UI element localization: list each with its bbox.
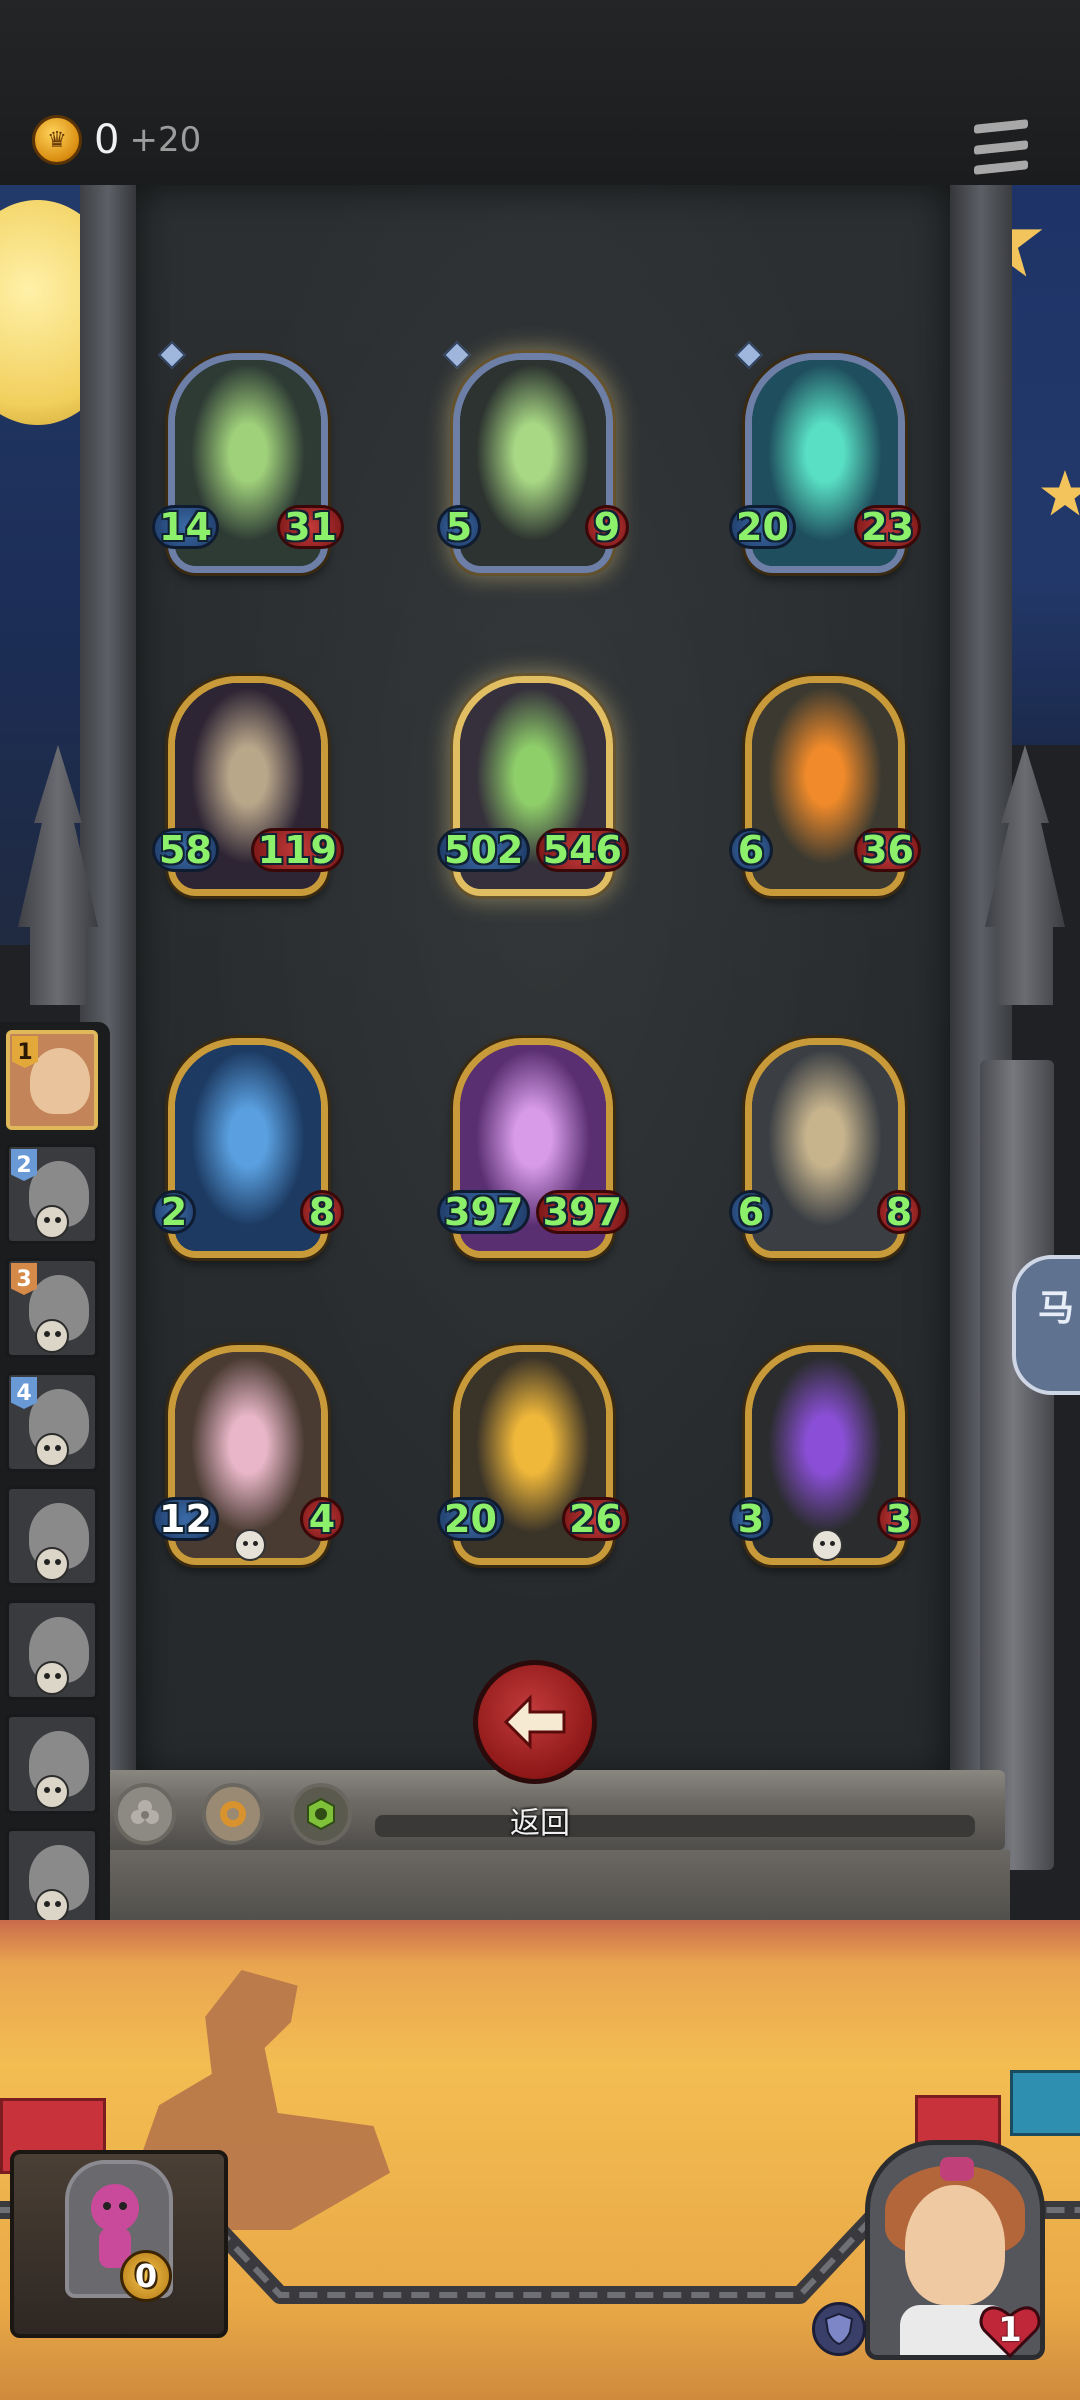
post-right xyxy=(980,1060,1054,1870)
ledge-base xyxy=(95,1850,1010,1920)
minion-card[interactable]: 20 23 xyxy=(729,340,921,585)
minion-card[interactable]: 20 26 xyxy=(437,1337,629,1577)
rank-badge: 1 xyxy=(12,1036,38,1068)
minion-card[interactable]: 397 397 xyxy=(437,1030,629,1270)
health-stat: 119 xyxy=(250,828,344,872)
attack-stat: 14 xyxy=(152,505,219,549)
moth-beast-art xyxy=(752,1045,898,1251)
health-stat: 23 xyxy=(854,505,921,549)
skull-icon xyxy=(35,1775,69,1809)
minion-card[interactable]: 28 xyxy=(152,1030,344,1270)
player-slot[interactable] xyxy=(6,1600,98,1700)
toy-block xyxy=(1010,2070,1080,2136)
minion-card[interactable]: 59 xyxy=(437,340,629,585)
minion-card[interactable]: 502 546 xyxy=(437,668,629,908)
player-slot[interactable] xyxy=(6,1828,98,1928)
grim-reaper-art xyxy=(460,360,606,566)
coin-icon: ♛ xyxy=(32,115,82,165)
health-stat: 9 xyxy=(585,505,629,549)
hero-bow xyxy=(940,2157,974,2181)
menu-icon xyxy=(974,119,1028,134)
ring-token-icon[interactable] xyxy=(202,1783,264,1845)
hex-token-icon[interactable] xyxy=(290,1783,352,1845)
attack-stat: 12 xyxy=(152,1497,219,1541)
back-button[interactable] xyxy=(473,1660,597,1784)
attack-stat: 6 xyxy=(729,828,773,872)
health-stat: 8 xyxy=(300,1190,344,1234)
health-stat: 31 xyxy=(277,505,344,549)
gold-bonus: +20 xyxy=(129,120,202,160)
rank-badge: 2 xyxy=(11,1149,37,1181)
back-label: 返回 xyxy=(510,1806,570,1841)
attack-stat: 58 xyxy=(152,828,219,872)
attack-stat: 6 xyxy=(729,1190,773,1234)
attack-stat: 502 xyxy=(437,828,531,872)
attack-stat: 2 xyxy=(152,1190,196,1234)
top-bar: ♛ 0 +20 xyxy=(0,0,1080,188)
gold-counter: ♛ 0 +20 xyxy=(32,112,201,168)
skull-icon xyxy=(35,1433,69,1467)
skull-icon xyxy=(35,1889,69,1923)
rank-badge: 4 xyxy=(11,1377,37,1409)
life-value: 1 xyxy=(998,2310,1022,2350)
player-slot[interactable]: 1 xyxy=(6,1030,98,1130)
flower-token-icon[interactable] xyxy=(114,1783,176,1845)
minion-count-badge: 0 xyxy=(120,2250,172,2302)
attack-stat: 5 xyxy=(437,505,481,549)
player-slot[interactable]: 2 xyxy=(6,1144,98,1244)
side-chip-label: 马 xyxy=(1038,1288,1075,1329)
attack-stat: 3 xyxy=(729,1497,773,1541)
skull-icon xyxy=(811,1529,843,1561)
menu-button[interactable] xyxy=(974,119,1028,175)
armor-icon xyxy=(812,2302,866,2356)
health-stat: 4 xyxy=(300,1497,344,1541)
health-stat: 3 xyxy=(877,1497,921,1541)
player-slot[interactable] xyxy=(6,1486,98,1586)
attack-stat: 20 xyxy=(437,1497,504,1541)
minion-card[interactable]: 33 xyxy=(729,1337,921,1577)
health-stat: 397 xyxy=(535,1190,629,1234)
health-stat: 546 xyxy=(535,828,629,872)
minion-card[interactable]: 6 36 xyxy=(729,668,921,908)
player-slot[interactable]: 3 xyxy=(6,1258,98,1358)
arrow-left-icon xyxy=(503,1694,566,1750)
health-stat: 26 xyxy=(562,1497,629,1541)
shadow-reaper-art xyxy=(752,1352,898,1558)
skull-icon xyxy=(234,1529,266,1561)
rank-badge: 3 xyxy=(11,1263,37,1295)
attack-stat: 397 xyxy=(437,1190,531,1234)
skull-icon xyxy=(35,1205,69,1239)
gold-value: 0 xyxy=(94,117,120,163)
player-slot[interactable]: 4 xyxy=(6,1372,98,1472)
skull-icon xyxy=(35,1661,69,1695)
attack-stat: 20 xyxy=(729,505,796,549)
life-heart: 1 xyxy=(978,2300,1042,2360)
player-slot[interactable] xyxy=(6,1714,98,1814)
mushroom-imp-art xyxy=(175,1045,321,1251)
health-stat: 36 xyxy=(854,828,921,872)
minion-card[interactable]: 58 119 xyxy=(152,668,344,908)
ledge-slot xyxy=(375,1815,975,1837)
minion-card[interactable]: 14 31 xyxy=(152,340,344,585)
minion-card[interactable]: 12 4 xyxy=(152,1337,344,1577)
side-chip[interactable]: 马 xyxy=(1012,1255,1080,1395)
skull-icon xyxy=(35,1319,69,1353)
player-avatar xyxy=(30,1048,90,1114)
minion-card[interactable]: 68 xyxy=(729,1030,921,1270)
player-list: 1 2 3 4 xyxy=(0,1022,110,1950)
health-stat: 8 xyxy=(877,1190,921,1234)
skull-icon xyxy=(35,1547,69,1581)
